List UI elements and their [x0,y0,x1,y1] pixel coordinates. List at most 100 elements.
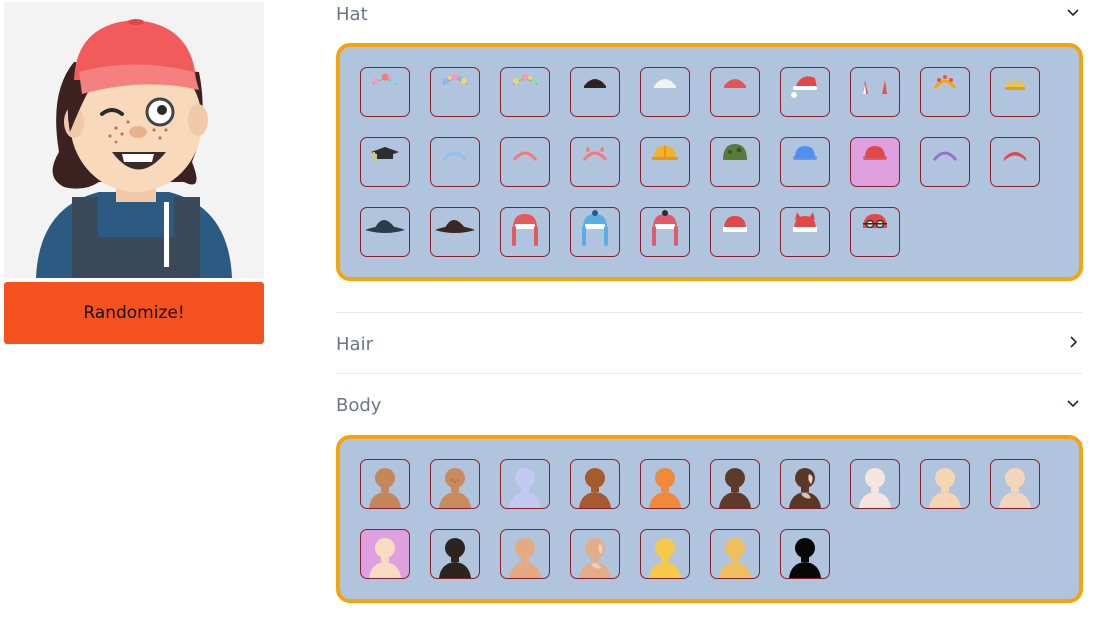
skin-tan-icon [369,468,401,508]
randomize-button[interactable]: Randomize! [4,282,264,344]
option-tile-hard-hat[interactable] [640,137,690,187]
skin-sand-vitiligo-icon [579,538,611,578]
santa-hat-icon [791,76,817,98]
chevron-down-icon[interactable] [1064,5,1082,23]
option-tile-skin-sand-vitiligo[interactable] [570,529,620,579]
option-tile-skin-very-dark[interactable] [430,529,480,579]
skin-very-dark-icon [439,538,471,578]
section-title: Hat [336,3,368,25]
divider [336,312,1082,313]
option-tile-skin-tan[interactable] [360,459,410,509]
skin-peach-vitiligo-icon [999,468,1031,508]
winter-hat-pink-icon [652,210,678,246]
option-tile-cap-red[interactable] [850,137,900,187]
beanie-white-icon [654,79,676,88]
swim-cap-icon [863,214,887,229]
flower-crown-pink-icon [372,73,398,85]
option-tile-skin-sand[interactable] [500,529,550,579]
option-tile-crown-orange[interactable] [920,67,970,117]
skin-light-icon [369,538,401,578]
option-tile-santa-hat[interactable] [780,67,830,117]
option-tile-winter-hat-red[interactable] [500,207,550,257]
option-tile-santa-beanie[interactable] [710,207,760,257]
flower-crown-yellow-icon [512,73,538,85]
witch-hat-black-icon [365,220,405,233]
section-header-body[interactable]: Body [336,393,1082,417]
option-tile-skin-light[interactable] [360,529,410,579]
skin-yellow-icon [649,538,681,578]
headband-blue-icon [442,151,468,161]
skin-dark-vitiligo-icon [789,468,821,508]
option-tile-skin-dark-vitiligo[interactable] [780,459,830,509]
graduation-cap-icon [371,147,399,162]
headband-pink-icon [512,151,538,161]
section-title: Body [336,394,382,416]
beanie-black-icon [584,79,606,88]
option-tile-headband-red[interactable] [990,137,1040,187]
option-tile-skin-peach[interactable] [920,459,970,509]
skin-black-icon [789,538,821,578]
section-header-hat[interactable]: Hat [336,2,1082,26]
option-tile-graduation-cap[interactable] [360,137,410,187]
army-helmet-icon [723,144,747,160]
avatar-illustration [36,19,232,278]
skin-lavender-icon [509,468,541,508]
body-options-panel [336,435,1083,603]
option-tile-witch-hat-black[interactable] [360,207,410,257]
devil-horns-icon [863,80,887,94]
option-tile-winter-hat-pink[interactable] [640,207,690,257]
crown-gold-icon [1005,78,1025,90]
option-tile-flower-crown-pink[interactable] [360,67,410,117]
option-tile-beanie-red[interactable] [710,67,760,117]
option-tile-cap-blue[interactable] [780,137,830,187]
option-tile-skin-brown[interactable] [570,459,620,509]
chevron-down-icon[interactable] [1064,396,1082,414]
skin-tan-freckles-icon [439,468,471,508]
option-tile-swim-cap[interactable] [850,207,900,257]
option-tile-skin-dark-brown[interactable] [710,459,760,509]
option-tile-headband-pink[interactable] [500,137,550,187]
option-tile-cat-ears-headband[interactable] [570,137,620,187]
skin-orange-icon [649,468,681,508]
option-tile-crown-gold[interactable] [990,67,1040,117]
option-tile-skin-peach-vitiligo[interactable] [990,459,1040,509]
cap-blue-icon [793,146,817,160]
option-tile-skin-pale[interactable] [850,459,900,509]
winter-hat-red-icon [512,214,538,246]
cat-ears-headband-icon [582,146,608,161]
option-tile-skin-yellow[interactable] [640,529,690,579]
option-tile-flower-crown-yellow[interactable] [500,67,550,117]
option-tile-skin-orange[interactable] [640,459,690,509]
option-tile-beanie-black[interactable] [570,67,620,117]
section-title: Hair [336,333,373,355]
option-tile-devil-horns[interactable] [850,67,900,117]
option-tile-skin-black[interactable] [780,529,830,579]
option-tile-headband-blue[interactable] [430,137,480,187]
skin-pale-icon [859,468,891,508]
option-tile-beanie-white[interactable] [640,67,690,117]
skin-mustard-icon [719,538,751,578]
option-tile-headband-purple[interactable] [920,137,970,187]
flower-crown-blue-icon [442,73,468,85]
skin-brown-icon [579,468,611,508]
option-tile-army-helmet[interactable] [710,137,760,187]
option-tile-skin-mustard[interactable] [710,529,760,579]
chevron-right-icon[interactable] [1064,335,1082,353]
beanie-red-icon [724,79,746,88]
headband-purple-icon [932,151,958,161]
option-tile-winter-hat-blue[interactable] [570,207,620,257]
option-tile-skin-tan-freckles[interactable] [430,459,480,509]
hat-options-panel [336,43,1083,281]
skin-sand-icon [509,538,541,578]
headband-red-icon [1004,152,1026,161]
skin-dark-brown-icon [719,468,751,508]
witch-hat-brown-icon [435,220,475,233]
divider [336,373,1082,374]
option-tile-flower-crown-blue[interactable] [430,67,480,117]
option-tile-skin-lavender[interactable] [500,459,550,509]
avatar-preview [4,2,264,278]
option-tile-santa-cat-ears[interactable] [780,207,830,257]
crown-orange-icon [933,75,957,89]
option-tile-witch-hat-brown[interactable] [430,207,480,257]
section-header-hair[interactable]: Hair [336,332,1082,356]
